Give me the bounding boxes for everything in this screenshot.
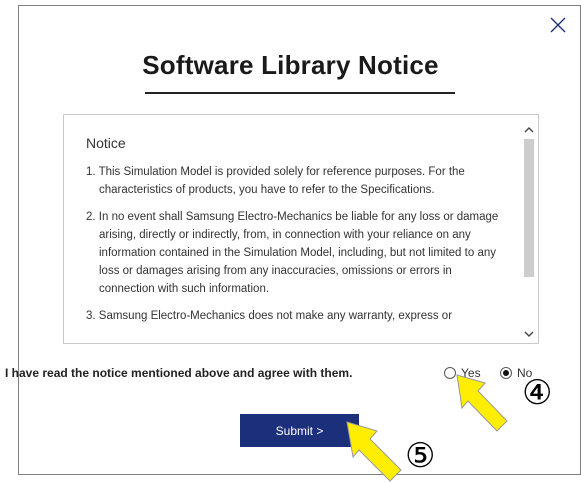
- submit-button[interactable]: Submit >: [240, 414, 359, 447]
- notice-item-3: 3. Samsung Electro-Mechanics does not ma…: [86, 310, 453, 322]
- close-icon: [550, 17, 565, 33]
- notice-item-1: 1. This Simulation Model is provided sol…: [86, 166, 465, 196]
- notice-heading: Notice: [86, 135, 126, 151]
- scroll-down-button[interactable]: [520, 326, 537, 342]
- step-number-5: ⑤: [405, 436, 436, 476]
- arrow-marker-5: [346, 421, 402, 482]
- close-button[interactable]: [544, 10, 571, 40]
- scroll-up-button[interactable]: [520, 122, 537, 138]
- step-number-4: ④: [522, 373, 553, 413]
- chevron-down-icon: [524, 331, 533, 337]
- notice-content: Notice 1. This Simulation Model is provi…: [86, 135, 506, 334]
- notice-scroll-box[interactable]: Notice 1. This Simulation Model is provi…: [63, 114, 539, 344]
- arrow-marker-4: [456, 374, 508, 432]
- page-title: Software Library Notice: [142, 50, 439, 80]
- chevron-up-icon: [524, 127, 533, 133]
- notice-scrollbar[interactable]: [520, 116, 537, 342]
- scroll-thumb[interactable]: [524, 139, 534, 277]
- agreement-text: I have read the notice mentioned above a…: [5, 366, 353, 380]
- title-underline: [145, 92, 455, 94]
- notice-item-2: 2. In no event shall Samsung Electro-Mec…: [86, 211, 499, 295]
